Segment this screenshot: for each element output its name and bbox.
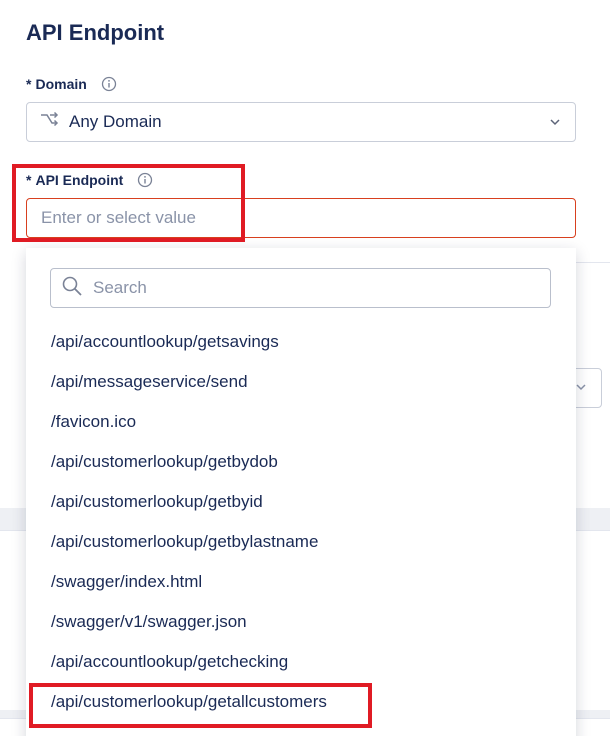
info-icon[interactable] [101, 76, 117, 92]
domain-label-text: Domain [35, 76, 87, 92]
annotation-highlight [29, 683, 372, 728]
endpoint-dropdown: /api/accountlookup/getsavings /api/messa… [26, 248, 576, 736]
options-list: /api/accountlookup/getsavings /api/messa… [26, 322, 576, 722]
domain-select[interactable]: Any Domain [26, 102, 576, 142]
domain-value: Any Domain [69, 112, 162, 131]
split-arrows-icon [39, 110, 59, 135]
page-title: API Endpoint [26, 20, 165, 45]
domain-label: * Domain [26, 76, 117, 92]
dropdown-option[interactable]: /favicon.ico [26, 402, 576, 442]
dropdown-option[interactable]: /api/customerlookup/getbylastname [26, 522, 576, 562]
dropdown-option[interactable]: /api/accountlookup/getsavings [26, 322, 576, 362]
chevron-down-icon [576, 384, 586, 391]
dropdown-option[interactable]: /api/customerlookup/getbydob [26, 442, 576, 482]
dropdown-option[interactable]: /swagger/index.html [26, 562, 576, 602]
search-icon [61, 275, 83, 302]
dropdown-option[interactable]: /swagger/v1/swagger.json [26, 602, 576, 642]
search-input[interactable] [93, 278, 513, 298]
dropdown-option[interactable]: /api/customerlookup/getbyid [26, 482, 576, 522]
chevron-down-icon [550, 119, 560, 126]
annotation-highlight [12, 164, 245, 242]
search-field[interactable] [50, 268, 551, 308]
required-mark: * [26, 76, 32, 92]
dropdown-option[interactable]: /api/messageservice/send [26, 362, 576, 402]
dropdown-option[interactable]: /api/accountlookup/getchecking [26, 642, 576, 682]
